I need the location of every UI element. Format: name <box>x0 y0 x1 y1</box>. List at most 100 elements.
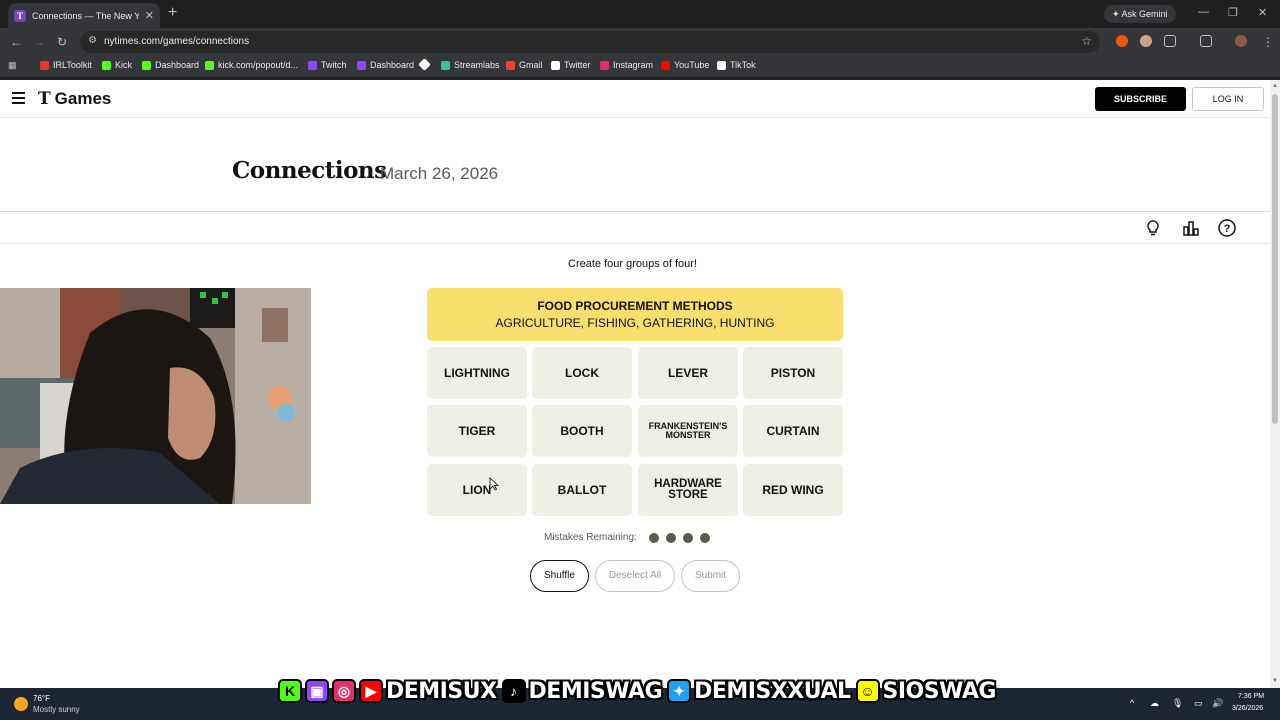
svg-text:?: ? <box>1224 223 1231 235</box>
gmail-icon <box>506 60 515 70</box>
streamlabs-icon <box>441 60 450 70</box>
kick-icon: K <box>278 679 302 703</box>
diamond-icon <box>418 58 431 71</box>
youtube-icon: ▶ <box>359 679 383 703</box>
bookmark-kick-popout[interactable]: kick.com/popout/d... <box>205 60 298 70</box>
submit-button[interactable]: Submit <box>681 560 740 592</box>
login-button[interactable]: LOG IN <box>1192 87 1264 111</box>
url-text: nytimes.com/games/connections <box>104 36 250 47</box>
forward-icon[interactable]: → <box>33 35 45 49</box>
help-icon[interactable]: ? <box>1217 218 1237 238</box>
deselect-all-button[interactable]: Deselect All <box>595 560 675 592</box>
weather-temperature: 76°F <box>33 694 50 703</box>
solved-group-words: AGRICULTURE, FISHING, GATHERING, HUNTING <box>495 316 775 330</box>
word-card[interactable]: TIGER <box>427 405 527 457</box>
youtube-icon <box>661 60 670 70</box>
twitch-icon <box>308 60 317 70</box>
tray-overflow-icon[interactable]: ^ <box>1130 698 1134 708</box>
puzzle-date: March 26, 2026 <box>380 164 499 183</box>
subscribe-button[interactable]: SUBSCRIBE <box>1095 87 1186 111</box>
scroll-up-icon[interactable]: ▲ <box>1272 83 1278 89</box>
extension-icon[interactable] <box>1116 35 1128 47</box>
shuffle-button[interactable]: Shuffle <box>530 560 589 592</box>
twitch-icon <box>357 60 366 70</box>
page-title: Connections <box>232 157 387 184</box>
restore-icon[interactable]: ❐ <box>1228 6 1238 19</box>
stream-social-overlay: K ▣ ◎ ▶ DEMISUX ♪ DEMISWAG ✦ DEMISXXUAL … <box>278 676 998 706</box>
bookmark-label: YouTube <box>674 60 710 70</box>
word-card[interactable]: HARDWARE STORE <box>638 464 738 516</box>
bookmark-label: Instagram <box>613 60 654 70</box>
tiktok-icon <box>717 60 726 70</box>
bookmark-label: TikTok <box>730 60 756 70</box>
twitter-icon: ✦ <box>667 679 692 703</box>
word-card[interactable]: LOCK <box>532 347 632 399</box>
word-card[interactable]: LION <box>427 464 527 516</box>
word-card[interactable]: LIGHTNING <box>427 347 527 399</box>
network-icon[interactable]: ▭ <box>1194 698 1203 709</box>
bookmark-kick[interactable]: Kick <box>102 60 132 70</box>
menu-icon[interactable] <box>12 92 25 104</box>
bookmark-label: Kick <box>115 60 133 70</box>
extensions-puzzle-icon[interactable] <box>1164 35 1176 47</box>
bookmark-diamond[interactable] <box>418 58 431 71</box>
social-handle: DEMISWAG <box>528 678 663 704</box>
side-panel-icon[interactable] <box>1200 35 1212 47</box>
tray-app-icon[interactable]: ☁ <box>1150 698 1159 709</box>
close-window-icon[interactable]: ✕ <box>1258 6 1267 19</box>
kick-icon <box>205 60 214 70</box>
word-card[interactable]: FRANKENSTEIN'S MONSTER <box>638 405 738 457</box>
clock-date: 3/26/2026 <box>1232 705 1264 712</box>
bookmark-irltoolkit[interactable]: IRLToolkit <box>40 60 92 70</box>
bookmark-twitch-dashboard[interactable]: Dashboard <box>357 60 414 70</box>
twitch-icon: ▣ <box>305 679 329 703</box>
browser-tab-connections[interactable]: T Connections — The New York Times ✕ <box>8 3 160 28</box>
bookmarks-bar: ▦ IRLToolkit Kick Dashboard kick.com/pop… <box>0 56 1280 78</box>
clock-time: 7:36 PM <box>1238 693 1265 700</box>
minimize-icon[interactable]: — <box>1198 6 1209 18</box>
bookmark-tiktok[interactable]: TikTok <box>717 60 756 70</box>
site-header: T Games SUBSCRIBE LOG IN <box>0 80 1270 118</box>
reload-icon[interactable]: ↻ <box>57 35 67 49</box>
tab-close-icon[interactable]: ✕ <box>145 9 154 22</box>
volume-icon[interactable]: 🔊 <box>1212 698 1223 709</box>
kick-icon <box>102 60 111 70</box>
bookmark-streamlabs[interactable]: Streamlabs <box>441 60 500 70</box>
word-card[interactable]: BOOTH <box>532 405 632 457</box>
stats-icon[interactable] <box>1181 218 1201 238</box>
url-bar[interactable]: ⚙ nytimes.com/games/connections ☆ <box>80 31 1100 53</box>
word-card[interactable]: PISTON <box>743 347 843 399</box>
page-scrollbar[interactable]: ▲ ▼ <box>1270 80 1280 688</box>
bookmark-youtube[interactable]: YouTube <box>661 60 709 70</box>
weather-sun-icon[interactable] <box>14 697 28 711</box>
bookmark-twitter[interactable]: Twitter <box>551 60 591 70</box>
tiktok-icon: ♪ <box>501 679 526 703</box>
x-icon <box>551 60 560 70</box>
bookmark-twitch[interactable]: Twitch <box>308 60 347 70</box>
mistake-dot <box>648 532 659 543</box>
word-card[interactable]: BALLOT <box>532 464 632 516</box>
bookmark-gmail[interactable]: Gmail <box>506 60 543 70</box>
microphone-icon[interactable]: 🎙 <box>1172 698 1183 709</box>
extension-icon[interactable] <box>1140 35 1152 47</box>
site-info-icon[interactable]: ⚙ <box>88 35 97 46</box>
word-card[interactable]: RED WING <box>743 464 843 516</box>
profile-avatar[interactable] <box>1235 35 1247 47</box>
scrollbar-thumb[interactable] <box>1272 94 1278 424</box>
scroll-down-icon[interactable]: ▼ <box>1272 678 1278 684</box>
bookmark-star-icon[interactable]: ☆ <box>1081 34 1092 48</box>
word-card[interactable]: LEVER <box>638 347 738 399</box>
new-tab-icon[interactable]: + <box>168 5 177 21</box>
nyt-games-logo[interactable]: T Games <box>38 89 111 109</box>
back-icon[interactable]: ← <box>10 35 22 49</box>
word-card[interactable]: CURTAIN <box>743 405 843 457</box>
bookmark-kick-dashboard[interactable]: Dashboard <box>142 60 199 70</box>
nyt-favicon-icon: T <box>14 9 26 22</box>
apps-grid-icon[interactable]: ▦ <box>8 60 17 71</box>
ask-gemini-button[interactable]: ✦ Ask Gemini <box>1104 5 1176 23</box>
social-handle: DEMISXXUAL <box>694 678 851 704</box>
bookmark-instagram[interactable]: Instagram <box>600 60 653 70</box>
browser-menu-icon[interactable]: ⋮ <box>1262 35 1274 49</box>
hint-lightbulb-icon[interactable] <box>1143 218 1163 238</box>
mistakes-remaining: Mistakes Remaining: <box>544 532 710 543</box>
